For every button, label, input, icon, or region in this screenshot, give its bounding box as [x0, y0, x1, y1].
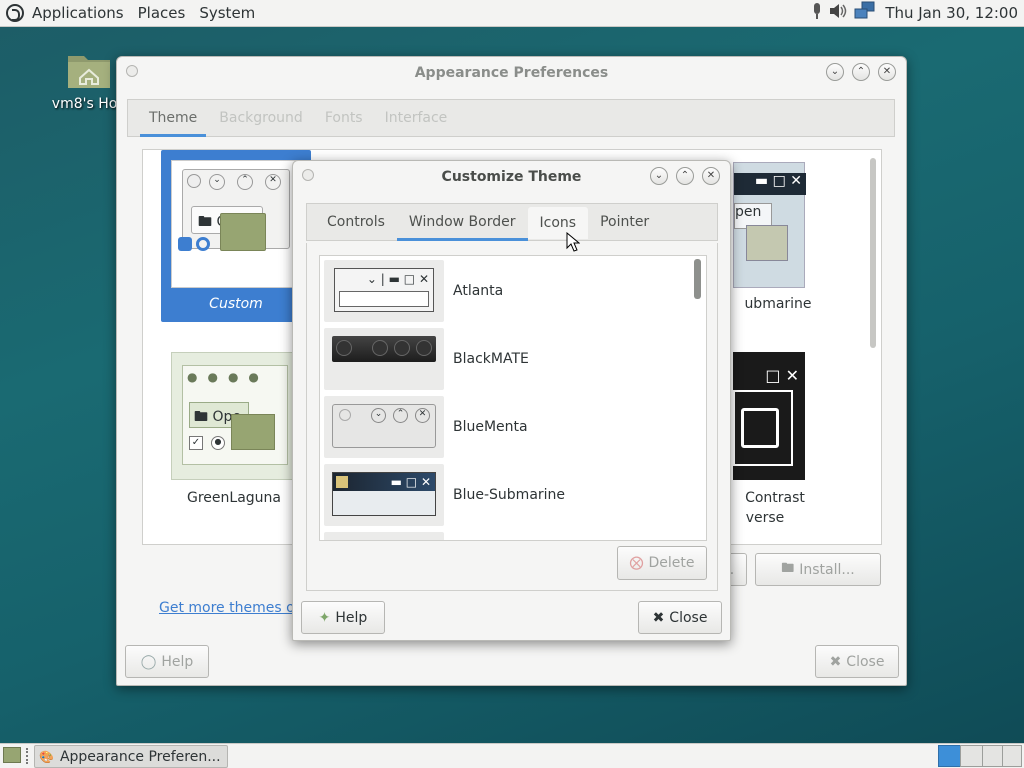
appearance-app-icon: 🎨 — [39, 749, 54, 764]
more-themes-link[interactable]: Get more themes on — [159, 600, 304, 616]
folder-icon: 🖿 — [781, 560, 795, 576]
theme-label: GreenLaguna — [187, 490, 281, 506]
tab-window-border[interactable]: Window Border — [396, 204, 528, 241]
help-button-label: Help — [161, 653, 194, 670]
close-x-icon: ✖ — [829, 653, 842, 670]
customize-titlebar[interactable]: Customize Theme ⌄ ⌃ ✕ — [293, 161, 730, 193]
border-preview — [324, 328, 444, 390]
appearance-tabs: Theme Background Fonts Interface — [127, 99, 895, 137]
close-button[interactable]: ✖ Close — [638, 601, 722, 634]
install-button-label: Install... — [799, 561, 855, 578]
tab-theme[interactable]: Theme — [138, 100, 208, 137]
customize-theme-dialog: Customize Theme ⌄ ⌃ ✕ Controls Window Bo… — [292, 160, 731, 641]
close-button-label: Close — [669, 609, 708, 626]
theme-item-blue-submarine[interactable]: ▬ □ ✕ pen ubmarine — [733, 162, 843, 322]
system-menu[interactable]: System — [192, 0, 262, 27]
close-button-label: Close — [846, 653, 885, 670]
applications-menu[interactable]: Applications — [0, 0, 131, 27]
list-item-blackmate[interactable]: BlackMATE — [324, 328, 694, 390]
help-button-label: Help — [335, 609, 368, 626]
theme-item-highcontrast-inverse[interactable]: □ ✕ Contrast verse — [733, 352, 843, 532]
appearance-titlebar[interactable]: Appearance Preferences ⌄ ⌃ ✕ — [117, 57, 906, 89]
minimize-icon[interactable]: ⌄ — [826, 63, 844, 81]
distro-logo-icon — [6, 4, 24, 22]
minimize-icon[interactable]: ⌄ — [650, 167, 668, 185]
help-icon: ◯ — [140, 653, 157, 670]
customize-tabs: Controls Window Border Icons Pointer — [306, 203, 718, 241]
list-item-label: Blue-Submarine — [453, 487, 566, 503]
theme-label: Contrast — [745, 490, 805, 506]
list-item-label: BlueMenta — [453, 419, 528, 435]
theme-item-greenlaguna[interactable]: ●●●● 🖿 Ope ✓ ● GreenLaguna — [171, 352, 301, 512]
tab-pointer[interactable]: Pointer — [588, 204, 661, 240]
workspace-4[interactable] — [1002, 745, 1022, 767]
list-item-label: BlackMATE — [453, 351, 529, 367]
border-list-scrollbar[interactable] — [694, 259, 701, 299]
clock[interactable]: Thu Jan 30, 12:00 — [879, 4, 1018, 22]
dialog-title: Customize Theme — [441, 169, 582, 185]
border-preview: ▬ □ ✕ — [324, 464, 444, 526]
window-menu-icon[interactable] — [302, 169, 314, 181]
theme-preview: ⌄ ⌃ ✕ 🖿 Ope — [171, 160, 301, 288]
places-menu[interactable]: Places — [131, 0, 193, 27]
panel-handle-icon[interactable] — [26, 748, 30, 764]
close-icon[interactable]: ✕ — [878, 63, 896, 81]
appearance-close-button[interactable]: ✖ Close — [815, 645, 899, 678]
help-icon: ✦ — [318, 609, 331, 626]
top-panel: Applications Places System Thu Jan 30, 1… — [0, 0, 1024, 27]
border-preview: ⌄ ⌃ ✕ — [324, 396, 444, 458]
window-border-panel: ⌄ | ▬ □ ✕ Atlanta BlackMATE ⌄ ⌃ ✕ BlueMe… — [306, 243, 718, 591]
theme-label: Custom — [209, 296, 263, 312]
delete-button[interactable]: ⨂ Delete — [617, 546, 707, 580]
list-item-label: Atlanta — [453, 283, 504, 299]
list-item-bluementa[interactable]: ⌄ ⌃ ✕ BlueMenta — [324, 396, 694, 458]
list-item-next[interactable] — [324, 532, 694, 540]
close-x-icon: ✖ — [652, 609, 665, 626]
show-desktop-icon[interactable] — [3, 747, 21, 763]
system-menu-label: System — [199, 4, 256, 22]
tab-fonts[interactable]: Fonts — [314, 100, 374, 136]
delete-button-label: Delete — [648, 555, 695, 571]
taskbar-item-appearance[interactable]: 🎨 Appearance Preferen... — [34, 745, 228, 768]
task-label: Appearance Preferen... — [59, 748, 221, 765]
window-title: Appearance Preferences — [414, 65, 609, 81]
border-preview: ⌄ | ▬ □ ✕ — [324, 260, 444, 322]
maximize-icon[interactable]: ⌃ — [676, 167, 694, 185]
applications-menu-label: Applications — [32, 4, 124, 22]
theme-label: ubmarine — [744, 296, 812, 312]
window-border-list[interactable]: ⌄ | ▬ □ ✕ Atlanta BlackMATE ⌄ ⌃ ✕ BlueMe… — [319, 255, 707, 541]
delete-icon: ⨂ — [629, 555, 644, 571]
help-button[interactable]: ✦ Help — [301, 601, 385, 634]
bottom-panel: 🎨 Appearance Preferen... — [0, 743, 1024, 768]
close-icon[interactable]: ✕ — [702, 167, 720, 185]
window-menu-icon[interactable] — [126, 65, 138, 77]
tab-controls[interactable]: Controls — [315, 204, 397, 240]
border-preview — [324, 532, 444, 540]
home-folder-icon — [66, 50, 112, 90]
tab-background[interactable]: Background — [208, 100, 314, 136]
microphone-icon[interactable] — [812, 1, 822, 25]
theme-grid-scrollbar[interactable] — [870, 158, 876, 348]
network-icon[interactable] — [854, 1, 876, 25]
mouse-cursor-icon — [566, 232, 580, 252]
places-menu-label: Places — [137, 4, 186, 22]
volume-icon[interactable] — [828, 1, 848, 25]
maximize-icon[interactable]: ⌃ — [852, 63, 870, 81]
list-item-atlanta[interactable]: ⌄ | ▬ □ ✕ Atlanta — [324, 260, 694, 322]
list-item-blue-submarine[interactable]: ▬ □ ✕ Blue-Submarine — [324, 464, 694, 526]
tab-interface[interactable]: Interface — [374, 100, 459, 136]
appearance-help-button[interactable]: ◯ Help — [125, 645, 209, 678]
theme-item-custom[interactable]: ⌄ ⌃ ✕ 🖿 Ope Custom — [161, 150, 311, 322]
install-button[interactable]: 🖿 Install... — [755, 553, 881, 586]
